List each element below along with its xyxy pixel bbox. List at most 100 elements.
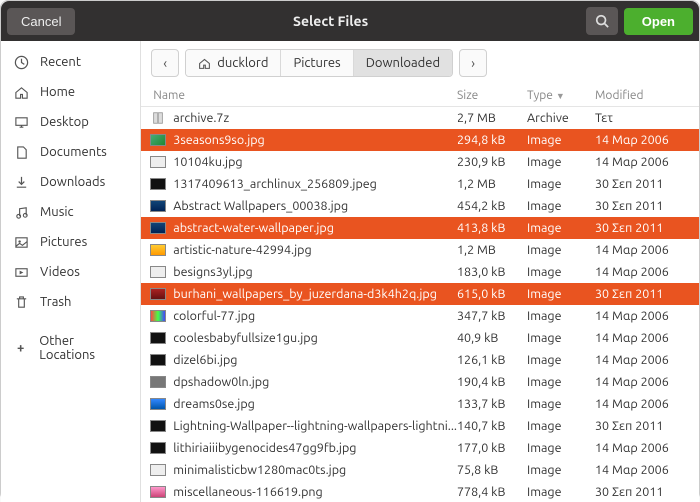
file-icon <box>149 243 167 257</box>
sidebar-item-music[interactable]: Music <box>1 197 140 227</box>
file-modified: 14 Μαρ 2006 <box>595 375 685 389</box>
file-type: Image <box>527 485 595 499</box>
column-modified[interactable]: Modified <box>595 89 685 102</box>
sidebar-item-pictures[interactable]: Pictures <box>1 227 140 257</box>
file-icon <box>149 397 167 411</box>
file-row[interactable]: archive.7z2,7 MBArchiveΤετ <box>141 107 699 129</box>
file-name: besigns3yl.jpg <box>173 265 457 279</box>
file-type: Image <box>527 199 595 213</box>
file-size: 126,1 kB <box>457 353 527 367</box>
file-row[interactable]: abstract-water-wallpaper.jpg413,8 kBImag… <box>141 217 699 239</box>
file-row[interactable]: coolesbabyfullsize1gu.jpg40,9 kBImage14 … <box>141 327 699 349</box>
sidebar-item-label: Other Locations <box>39 334 128 362</box>
sidebar-item-label: Home <box>40 85 75 99</box>
file-row[interactable]: 3seasons9so.jpg294,8 kBImage14 Μαρ 2006 <box>141 129 699 151</box>
file-row[interactable]: artistic-nature-42994.jpg1,2 MBImage14 Μ… <box>141 239 699 261</box>
file-name: Lightning-Wallpaper--lightning-wallpaper… <box>173 419 457 433</box>
file-size: 183,0 kB <box>457 265 527 279</box>
file-size: 140,7 kB <box>457 419 527 433</box>
file-row[interactable]: besigns3yl.jpg183,0 kBImage14 Μαρ 2006 <box>141 261 699 283</box>
file-icon <box>149 485 167 499</box>
window-title: Select Files <box>75 13 585 29</box>
file-type: Image <box>527 419 595 433</box>
crumb-label: Downloaded <box>366 56 440 70</box>
file-modified: 14 Μαρ 2006 <box>595 265 685 279</box>
file-name: 10104ku.jpg <box>173 155 457 169</box>
file-modified: 30 Σεπ 2011 <box>595 199 685 213</box>
file-type: Image <box>527 463 595 477</box>
sidebar-item-recent[interactable]: Recent <box>1 47 140 77</box>
plus-icon: + <box>13 340 28 356</box>
open-button[interactable]: Open <box>624 8 693 35</box>
sidebar-item-label: Music <box>40 205 74 219</box>
file-row[interactable]: dpshadow0ln.jpg190,4 kBImage14 Μαρ 2006 <box>141 371 699 393</box>
sidebar: Recent Home Desktop Documents Downloads … <box>1 41 141 502</box>
column-size[interactable]: Size <box>457 89 527 102</box>
file-name: coolesbabyfullsize1gu.jpg <box>173 331 457 345</box>
file-icon <box>149 375 167 389</box>
search-button[interactable] <box>586 7 618 35</box>
sidebar-item-home[interactable]: Home <box>1 77 140 107</box>
file-size: 615,0 kB <box>457 287 527 301</box>
chevron-right-icon: › <box>471 55 475 71</box>
sidebar-item-documents[interactable]: Documents <box>1 137 140 167</box>
file-list[interactable]: archive.7z2,7 MBArchiveΤετ3seasons9so.jp… <box>141 107 699 502</box>
sidebar-item-label: Trash <box>40 295 71 309</box>
file-icon <box>149 111 167 125</box>
file-size: 133,7 kB <box>457 397 527 411</box>
file-type: Image <box>527 177 595 191</box>
file-icon <box>149 155 167 169</box>
sidebar-item-other-locations[interactable]: + Other Locations <box>1 327 140 369</box>
file-modified: 14 Μαρ 2006 <box>595 155 685 169</box>
file-type: Image <box>527 441 595 455</box>
file-row[interactable]: lithiriaiiibygenocides47gg9fb.jpg177,0 k… <box>141 437 699 459</box>
nav-forward-button[interactable]: › <box>459 49 487 77</box>
sidebar-item-trash[interactable]: Trash <box>1 287 140 317</box>
path-bar: ‹ ducklord Pictures Downloaded › <box>141 41 699 85</box>
file-type: Image <box>527 243 595 257</box>
file-size: 778,4 kB <box>457 485 527 499</box>
file-name: abstract-water-wallpaper.jpg <box>173 221 457 235</box>
file-modified: Τετ <box>595 111 685 125</box>
file-row[interactable]: miscellaneous-116619.png778,4 kBImage30 … <box>141 481 699 502</box>
file-row[interactable]: dizel6bi.jpg126,1 kBImage14 Μαρ 2006 <box>141 349 699 371</box>
file-size: 413,8 kB <box>457 221 527 235</box>
file-row[interactable]: Lightning-Wallpaper--lightning-wallpaper… <box>141 415 699 437</box>
file-name: dreams0se.jpg <box>173 397 457 411</box>
file-row[interactable]: colorful-77.jpg347,7 kBImage14 Μαρ 2006 <box>141 305 699 327</box>
chevron-left-icon: ‹ <box>163 55 167 71</box>
file-row[interactable]: burhani_wallpapers_by_juzerdana-d3k4h2q.… <box>141 283 699 305</box>
crumb-pictures[interactable]: Pictures <box>281 50 353 76</box>
file-size: 230,9 kB <box>457 155 527 169</box>
music-icon <box>13 204 29 220</box>
sidebar-item-videos[interactable]: Videos <box>1 257 140 287</box>
column-headers: Name Size Type▼ Modified <box>141 85 699 107</box>
file-name: dpshadow0ln.jpg <box>173 375 457 389</box>
sort-indicator-icon: ▼ <box>556 91 565 101</box>
file-modified: 14 Μαρ 2006 <box>595 441 685 455</box>
file-row[interactable]: Abstract Wallpapers_00038.jpg454,2 kBIma… <box>141 195 699 217</box>
nav-back-button[interactable]: ‹ <box>151 49 179 77</box>
sidebar-item-desktop[interactable]: Desktop <box>1 107 140 137</box>
videos-icon <box>13 264 29 280</box>
column-type[interactable]: Type▼ <box>527 89 595 102</box>
file-icon <box>149 177 167 191</box>
file-modified: 14 Μαρ 2006 <box>595 353 685 367</box>
file-modified: 30 Σεπ 2011 <box>595 485 685 499</box>
file-row[interactable]: minimalisticbw1280mac0ts.jpg75,8 kBImage… <box>141 459 699 481</box>
file-modified: 30 Σεπ 2011 <box>595 177 685 191</box>
file-modified: 14 Μαρ 2006 <box>595 463 685 477</box>
file-row[interactable]: 1317409613_archlinux_256809.jpeg1,2 MBIm… <box>141 173 699 195</box>
crumb-downloaded[interactable]: Downloaded <box>354 50 452 76</box>
cancel-button[interactable]: Cancel <box>7 8 75 35</box>
main-panel: ‹ ducklord Pictures Downloaded › Name S <box>141 41 699 502</box>
file-row[interactable]: 10104ku.jpg230,9 kBImage14 Μαρ 2006 <box>141 151 699 173</box>
file-row[interactable]: dreams0se.jpg133,7 kBImage14 Μαρ 2006 <box>141 393 699 415</box>
sidebar-item-label: Desktop <box>40 115 89 129</box>
titlebar: Cancel Select Files Open <box>1 1 699 41</box>
file-modified: 14 Μαρ 2006 <box>595 133 685 147</box>
sidebar-item-label: Downloads <box>40 175 105 189</box>
column-name[interactable]: Name <box>149 89 457 102</box>
sidebar-item-downloads[interactable]: Downloads <box>1 167 140 197</box>
crumb-home[interactable]: ducklord <box>186 50 281 76</box>
